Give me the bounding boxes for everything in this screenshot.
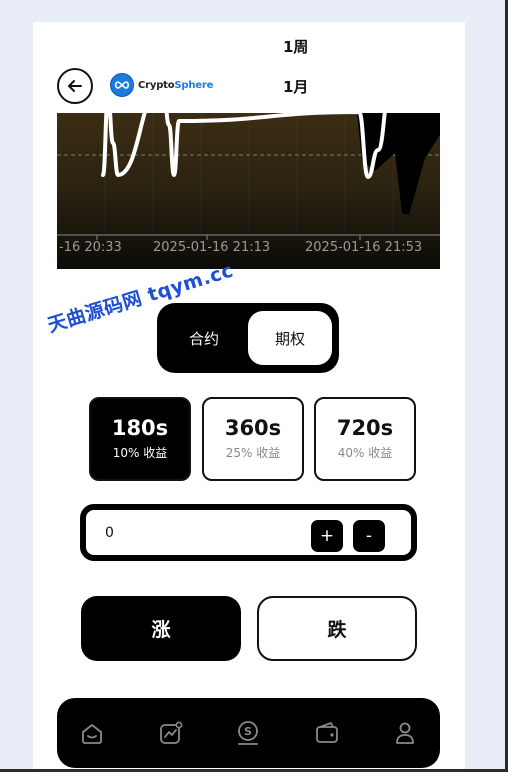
duration-yield: 25% 收益 (225, 446, 281, 461)
duration-720s[interactable]: 720s 40% 收益 (314, 397, 416, 481)
buy-down-button[interactable]: 跌 (257, 596, 417, 661)
wallet-icon[interactable] (314, 720, 340, 746)
brand-logo: CryptoSphere (110, 73, 213, 97)
period-option-1m[interactable]: 1月 (283, 76, 308, 97)
duration-360s[interactable]: 360s 25% 收益 (202, 397, 304, 481)
tab-contract[interactable]: 合约 (157, 303, 251, 373)
duration-time: 180s (111, 415, 169, 440)
x-tick-label: 2025-01-16 21:53 (305, 240, 423, 255)
amount-input[interactable]: 0 (105, 525, 114, 541)
duration-time: 360s (224, 415, 282, 440)
x-tick-label: -16 20:33 (59, 240, 122, 255)
bottom-navigation: S (57, 698, 440, 768)
increment-button[interactable]: + (311, 520, 343, 552)
duration-yield: 10% 收益 (112, 446, 168, 461)
amount-stepper: 0 + - (80, 504, 417, 561)
mode-toggle: 合约 期权 (157, 303, 339, 373)
brand-name: CryptoSphere (138, 79, 214, 91)
profile-icon[interactable] (392, 720, 418, 746)
arrow-left-icon (68, 80, 82, 92)
home-icon[interactable] (79, 720, 105, 746)
tab-option[interactable]: 期权 (248, 311, 332, 365)
svg-text:S: S (244, 725, 252, 738)
chart-dark-region (357, 113, 440, 215)
infinity-logo-icon (110, 73, 134, 97)
duration-time: 720s (336, 415, 394, 440)
duration-yield: 40% 收益 (337, 446, 393, 461)
market-chart-icon[interactable] (158, 720, 184, 746)
buy-up-button[interactable]: 涨 (81, 596, 241, 661)
back-button[interactable] (57, 68, 93, 104)
decrement-button[interactable]: - (353, 520, 385, 552)
trade-coin-icon[interactable]: S (235, 720, 261, 746)
price-chart: -16 20:33 2025-01-16 21:13 2025-01-16 21… (57, 113, 440, 269)
duration-180s[interactable]: 180s 10% 收益 (89, 397, 191, 481)
period-option-1w[interactable]: 1周 (283, 36, 308, 57)
x-tick-label: 2025-01-16 21:13 (153, 240, 271, 255)
